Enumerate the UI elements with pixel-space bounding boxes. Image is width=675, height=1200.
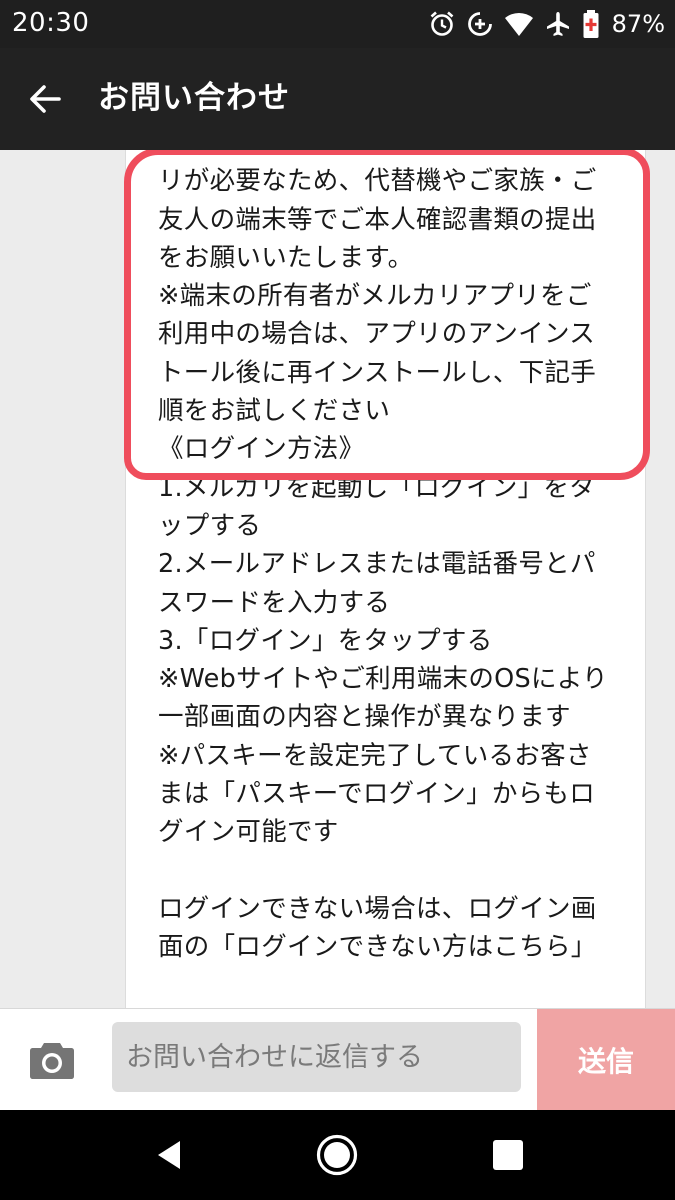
nav-home-button[interactable]	[316, 1134, 358, 1176]
camera-button[interactable]	[28, 1039, 76, 1081]
battery-icon	[582, 9, 600, 39]
status-time: 20:30	[12, 8, 90, 38]
data-saver-icon	[466, 10, 494, 38]
nav-recents-button[interactable]	[488, 1135, 528, 1175]
message-text: 恐れ入りますが、ご本人確認にはアプ リが必要なため、代替機やご家族・ご 友人の端…	[158, 150, 638, 967]
message-list[interactable]: 恐れ入りますが、ご本人確認にはアプ リが必要なため、代替機やご家族・ご 友人の端…	[0, 150, 675, 1008]
status-bar: 20:30 87%	[0, 0, 675, 48]
page-title: お問い合わせ	[98, 80, 290, 116]
app-bar: お問い合わせ	[0, 48, 675, 150]
airplane-icon	[544, 10, 572, 38]
camera-icon	[30, 1043, 74, 1079]
status-icons: 87%	[428, 6, 665, 42]
recents-square-icon	[493, 1140, 523, 1170]
arrow-back-icon	[30, 85, 61, 113]
home-circle-icon	[316, 1134, 358, 1176]
message-body-text: 《ログイン方法》 1.メルカリを起動し「ログイン」をタ ップする 2.メールアド…	[158, 434, 608, 963]
back-button[interactable]	[18, 72, 72, 126]
back-triangle-icon	[158, 1141, 180, 1169]
battery-percent: 87%	[611, 10, 665, 38]
highlighted-message-text: 恐れ入りますが、ご本人確認にはアプ リが必要なため、代替機やご家族・ご 友人の端…	[158, 150, 597, 427]
alarm-icon	[428, 10, 456, 38]
wifi-icon	[504, 11, 534, 37]
reply-input[interactable]	[112, 1022, 521, 1092]
nav-back-button[interactable]	[150, 1135, 190, 1175]
reply-bar: 送信	[0, 1008, 675, 1111]
send-button[interactable]: 送信	[537, 1009, 675, 1111]
system-nav-bar	[0, 1110, 675, 1200]
